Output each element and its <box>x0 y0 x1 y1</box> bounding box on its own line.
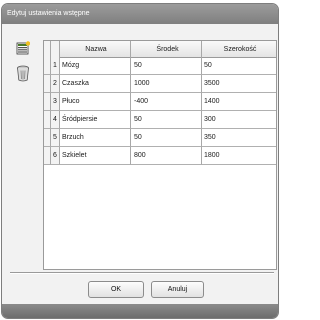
table-row[interactable]: 2 Czaszka 1000 3500 <box>44 75 276 93</box>
cell-name[interactable]: Płuco <box>60 93 131 111</box>
cell-center[interactable]: -400 <box>131 93 202 111</box>
cell-center[interactable]: 50 <box>131 57 202 75</box>
cell-center[interactable]: 1000 <box>131 75 202 93</box>
table-row[interactable]: 4 Śródpiersie 50 300 <box>44 111 276 129</box>
row-number: 1 <box>51 57 60 75</box>
cell-width[interactable]: 1400 <box>202 93 276 111</box>
table-row[interactable]: 6 Szkielet 800 1800 <box>44 147 276 165</box>
header-name[interactable]: Nazwa <box>60 41 131 57</box>
header-corner <box>44 41 51 57</box>
ok-button[interactable]: OK <box>88 281 144 298</box>
row-selector[interactable] <box>44 57 51 75</box>
button-separator <box>10 272 274 274</box>
header-center[interactable]: Środek <box>131 41 202 57</box>
preset-dialog: Edytuj ustawienia wstępne Nazwa Środek S… <box>1 3 279 319</box>
presets-table: Nazwa Środek Szerokość 1 Mózg 50 50 2 Cz… <box>43 40 277 270</box>
cell-center[interactable]: 50 <box>131 129 202 147</box>
cell-width[interactable]: 300 <box>202 111 276 129</box>
row-selector[interactable] <box>44 147 51 165</box>
cell-name[interactable]: Szkielet <box>60 147 131 165</box>
header-width[interactable]: Szerokość <box>202 41 276 57</box>
table-row[interactable]: 5 Brzuch 50 350 <box>44 129 276 147</box>
title-bar[interactable]: Edytuj ustawienia wstępne <box>2 4 278 24</box>
table-row[interactable]: 3 Płuco -400 1400 <box>44 93 276 111</box>
cell-width[interactable]: 50 <box>202 57 276 75</box>
row-selector[interactable] <box>44 75 51 93</box>
row-number: 6 <box>51 147 60 165</box>
header-rownum <box>51 41 60 57</box>
row-number: 4 <box>51 111 60 129</box>
cell-width[interactable]: 1800 <box>202 147 276 165</box>
row-selector[interactable] <box>44 111 51 129</box>
cell-name[interactable]: Czaszka <box>60 75 131 93</box>
cell-name[interactable]: Brzuch <box>60 129 131 147</box>
cell-name[interactable]: Mózg <box>60 57 131 75</box>
table-header: Nazwa Środek Szerokość <box>44 41 276 58</box>
delete-trash-icon[interactable] <box>16 65 30 82</box>
row-number: 3 <box>51 93 60 111</box>
cell-center[interactable]: 50 <box>131 111 202 129</box>
cell-width[interactable]: 350 <box>202 129 276 147</box>
cell-name[interactable]: Śródpiersie <box>60 111 131 129</box>
row-number: 2 <box>51 75 60 93</box>
trash-icon-graphic <box>17 65 29 82</box>
table-row[interactable]: 1 Mózg 50 50 <box>44 57 276 75</box>
row-selector[interactable] <box>44 129 51 147</box>
cell-width[interactable]: 3500 <box>202 75 276 93</box>
cancel-button[interactable]: Anuluj <box>151 281 204 298</box>
cell-center[interactable]: 800 <box>131 147 202 165</box>
row-selector[interactable] <box>44 93 51 111</box>
window-footer <box>2 304 278 318</box>
add-row-icon[interactable] <box>16 41 31 55</box>
dialog-title: Edytuj ustawienia wstępne <box>7 10 90 17</box>
row-number: 5 <box>51 129 60 147</box>
add-row-icon-graphic <box>16 41 31 55</box>
